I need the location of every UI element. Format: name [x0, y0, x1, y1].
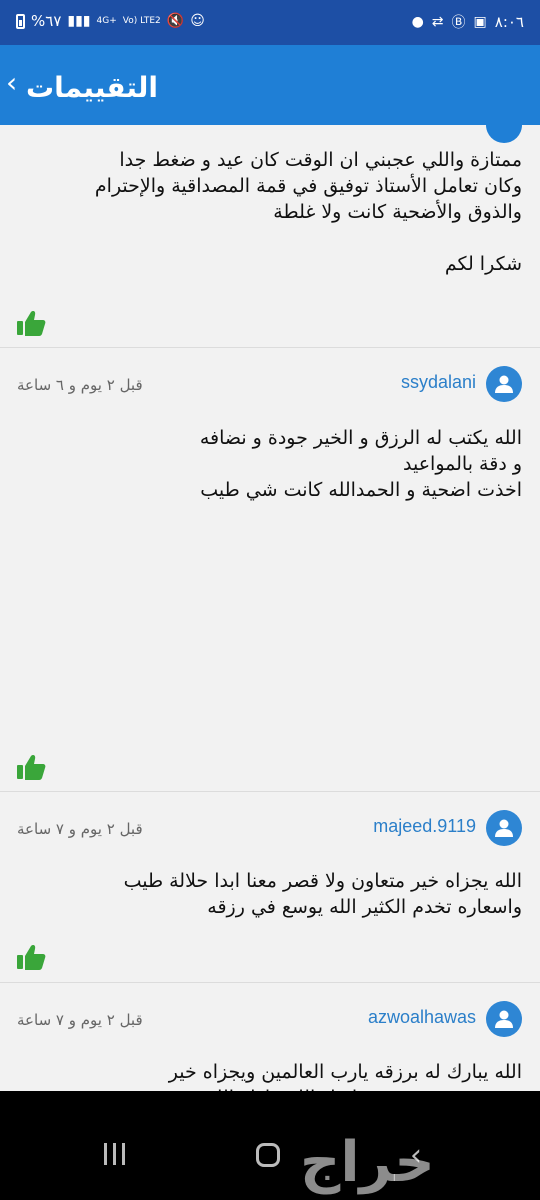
- review-text: الله يبارك له برزقه يارب العالمين ويجزاه…: [168, 1061, 522, 1091]
- recents-button[interactable]: [104, 1143, 125, 1165]
- status-bar: %٦٧ ▮▮▮ 4G+ Vo) LTE2 🔇 ☺ ● ⇄ Ⓑ ▣ ٨:٠٦: [0, 0, 540, 45]
- review-header: majeed.9119 قبل ٢ يوم و ٧ ساعة: [0, 792, 540, 852]
- thumbs-up-icon[interactable]: [16, 943, 46, 971]
- page-title: التقييمات: [26, 71, 158, 104]
- review-text: ممتازة واللي عجبني ان الوقت كان عيد و ضغ…: [94, 149, 522, 275]
- review-item: azwoalhawas قبل ٢ يوم و ٧ ساعة الله يبار…: [0, 982, 540, 1091]
- b-badge-icon: Ⓑ: [451, 15, 466, 31]
- review-item: ممتازة واللي عجبني ان الوقت كان عيد و ضغ…: [0, 125, 540, 347]
- review-header: azwoalhawas قبل ٢ يوم و ٧ ساعة: [0, 983, 540, 1043]
- review-username[interactable]: azwoalhawas: [368, 1007, 476, 1028]
- battery-level: %٦٧: [31, 12, 62, 30]
- reviews-list[interactable]: ممتازة واللي عجبني ان الوقت كان عيد و ضغ…: [0, 125, 540, 1091]
- status-right: ● ⇄ Ⓑ ▣ ٨:٠٦: [412, 12, 524, 32]
- home-button[interactable]: [256, 1143, 280, 1167]
- volte-indicator: Vo) LTE2: [122, 15, 161, 26]
- signal-icon: ▮▮▮: [67, 13, 91, 29]
- user-icon: [495, 375, 513, 393]
- network-type: 4G+: [96, 15, 117, 26]
- app-icon: ⇄: [431, 14, 444, 30]
- user-icon: [495, 1010, 513, 1028]
- review-text: الله يجزاه خير متعاون ولا قصر معنا ابدا …: [123, 870, 522, 918]
- review-item: ssydalani قبل ٢ يوم و ٦ ساعة الله يكتب ل…: [0, 347, 540, 791]
- app-notification-icon: ☺: [190, 13, 205, 29]
- thumbs-up-icon[interactable]: [16, 309, 46, 337]
- review-time: قبل ٢ يوم و ٦ ساعة: [17, 376, 143, 394]
- review-item: majeed.9119 قبل ٢ يوم و ٧ ساعة الله يجزا…: [0, 791, 540, 982]
- avatar[interactable]: [486, 1001, 522, 1037]
- review-time: قبل ٢ يوم و ٧ ساعة: [17, 820, 143, 838]
- battery-icon: [16, 13, 25, 29]
- watermark-logo: حراج: [300, 1130, 437, 1195]
- review-time: قبل ٢ يوم و ٧ ساعة: [17, 1011, 143, 1029]
- review-username[interactable]: ssydalani: [401, 372, 476, 393]
- clock: ٨:٠٦: [494, 13, 524, 31]
- user-icon: [495, 819, 513, 837]
- status-left: %٦٧ ▮▮▮ 4G+ Vo) LTE2 🔇 ☺: [16, 12, 205, 30]
- image-icon: ▣: [473, 14, 487, 30]
- mute-icon: 🔇: [166, 13, 185, 29]
- dot-icon: ●: [411, 14, 424, 30]
- thumbs-up-icon[interactable]: [16, 753, 46, 781]
- chevron-left-icon[interactable]: ‹: [6, 69, 17, 97]
- avatar[interactable]: [486, 366, 522, 402]
- navigation-bar: ‹: [0, 1091, 540, 1200]
- review-text: الله يكتب له الرزق و الخير جودة و نضافه …: [199, 427, 522, 501]
- review-header: ssydalani قبل ٢ يوم و ٦ ساعة: [0, 348, 540, 408]
- app-bar: ‹ التقييمات: [0, 45, 540, 125]
- review-username[interactable]: majeed.9119: [373, 816, 476, 837]
- avatar[interactable]: [486, 810, 522, 846]
